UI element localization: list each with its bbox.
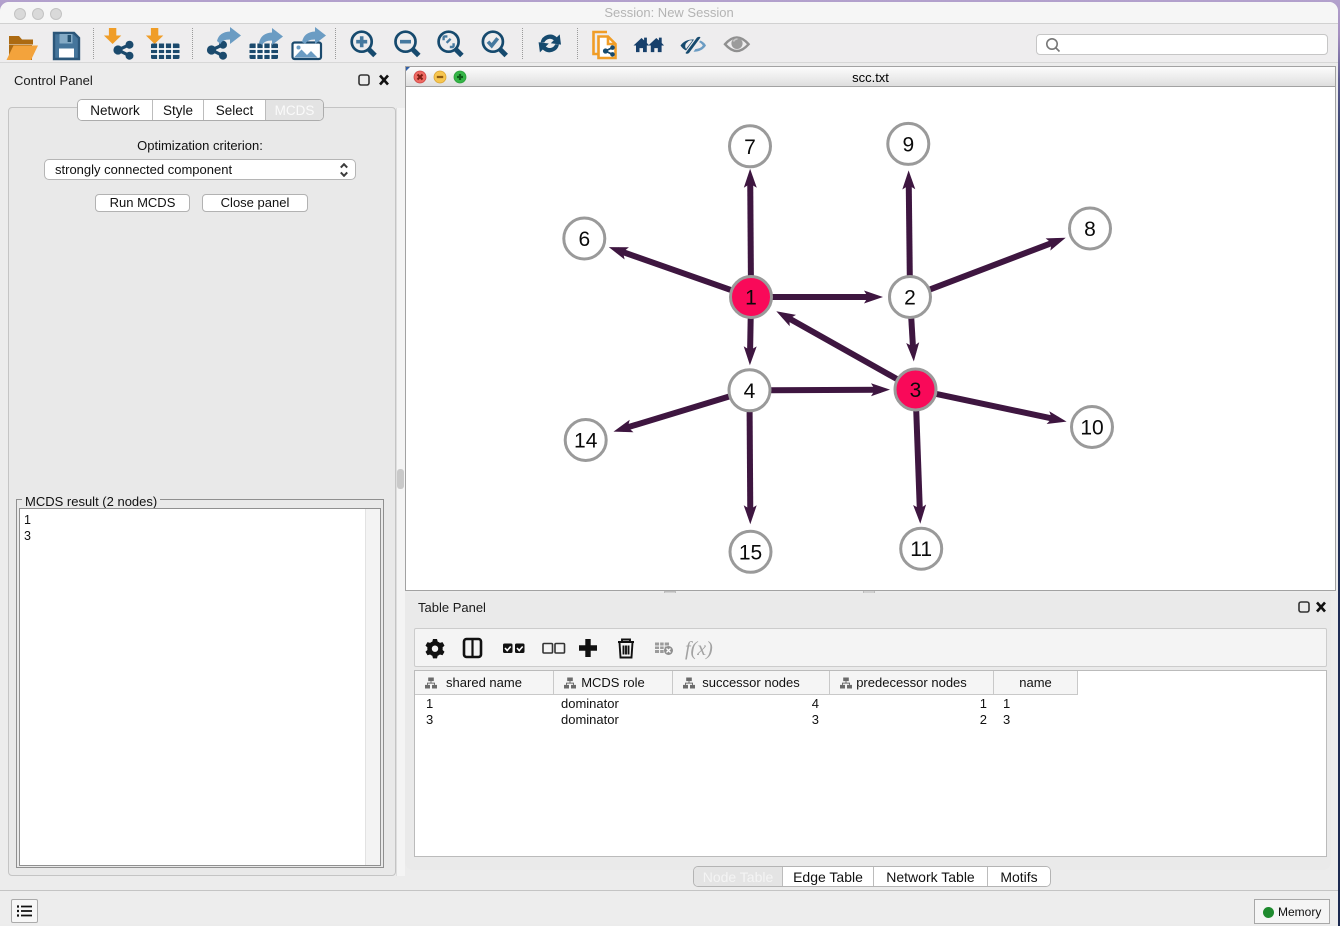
svg-text:7: 7: [744, 136, 756, 159]
svg-text:14: 14: [574, 430, 598, 453]
svg-text:1: 1: [745, 287, 757, 310]
svg-text:10: 10: [1080, 417, 1103, 440]
svg-text:9: 9: [902, 133, 914, 156]
svg-text:8: 8: [1084, 218, 1096, 241]
svg-text:f(x): f(x): [685, 638, 713, 660]
svg-text:4: 4: [744, 380, 756, 403]
svg-text:3: 3: [910, 379, 922, 402]
svg-text:11: 11: [910, 538, 932, 561]
svg-text:2: 2: [904, 287, 916, 310]
svg-text:15: 15: [739, 541, 762, 564]
svg-text:6: 6: [578, 228, 590, 251]
